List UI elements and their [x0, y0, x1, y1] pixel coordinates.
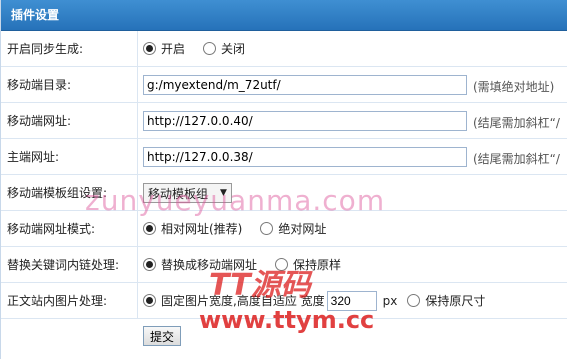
keep-size-radio[interactable]: 保持原尺寸: [407, 292, 485, 309]
mobile-url-hint: (结尾需加斜杠“/: [473, 116, 560, 130]
keep-original-radio[interactable]: 保持原样: [275, 256, 341, 273]
radio-dot-icon: [260, 222, 274, 235]
fixed-width-radio[interactable]: 固定图片宽度,高度自适应 宽度: [143, 292, 325, 309]
absolute-url-radio[interactable]: 绝对网址: [260, 220, 326, 237]
sync-off-radio[interactable]: 关闭: [203, 40, 245, 57]
row-image: 正文站内图片处理: 固定图片宽度,高度自适应 宽度 px 保持原尺寸: [1, 283, 567, 319]
radio-dot-icon: [203, 42, 217, 55]
row-url-mode: 移动端网址模式: 相对网址(推荐) 绝对网址: [1, 211, 567, 247]
replace-mobile-radio[interactable]: 替换成移动端网址: [143, 256, 257, 273]
image-label: 正文站内图片处理:: [7, 294, 108, 308]
chevron-down-icon: ▼: [220, 188, 227, 198]
mobile-dir-input[interactable]: [143, 75, 467, 95]
plugin-settings-panel: 插件设置 开启同步生成: 开启 关闭 移动端目录: (需填绝对地址) 移动端网址…: [0, 0, 567, 359]
radio-dot-icon: [143, 42, 156, 55]
panel-title: 插件设置: [1, 0, 567, 31]
url-mode-label: 移动端网址模式:: [7, 222, 96, 236]
radio-dot-icon: [143, 222, 156, 235]
mobile-url-label: 移动端网址:: [7, 114, 72, 128]
sync-on-radio[interactable]: 开启: [143, 40, 185, 57]
keyword-link-label: 替换关键词内链处理:: [7, 258, 120, 272]
radio-dot-icon: [143, 294, 156, 307]
row-mobile-url: 移动端网址: (结尾需加斜杠“/: [1, 103, 567, 139]
sync-label: 开启同步生成:: [7, 42, 84, 56]
main-url-label: 主端网址:: [7, 150, 60, 164]
width-unit: px: [382, 293, 398, 308]
template-select[interactable]: 移动模板组 ▼: [143, 183, 232, 203]
main-url-hint: (结尾需加斜杠“/: [473, 152, 560, 166]
row-template: 移动端模板组设置: 移动模板组 ▼: [1, 175, 567, 211]
mobile-dir-label: 移动端目录:: [7, 78, 72, 92]
main-url-input[interactable]: [143, 147, 467, 167]
mobile-dir-hint: (需填绝对地址): [473, 80, 555, 94]
radio-dot-icon: [275, 258, 289, 271]
row-sync: 开启同步生成: 开启 关闭: [1, 31, 567, 67]
relative-url-radio[interactable]: 相对网址(推荐): [143, 220, 242, 237]
submit-button[interactable]: 提交: [143, 326, 182, 346]
template-label: 移动端模板组设置:: [7, 186, 108, 200]
mobile-url-input[interactable]: [143, 111, 467, 131]
radio-dot-icon: [143, 258, 156, 271]
radio-dot-icon: [407, 294, 421, 307]
image-width-input[interactable]: [326, 290, 377, 311]
row-main-url: 主端网址: (结尾需加斜杠“/: [1, 139, 567, 175]
row-mobile-dir: 移动端目录: (需填绝对地址): [1, 67, 567, 103]
row-keyword-link: 替换关键词内链处理: 替换成移动端网址 保持原样: [1, 247, 567, 283]
